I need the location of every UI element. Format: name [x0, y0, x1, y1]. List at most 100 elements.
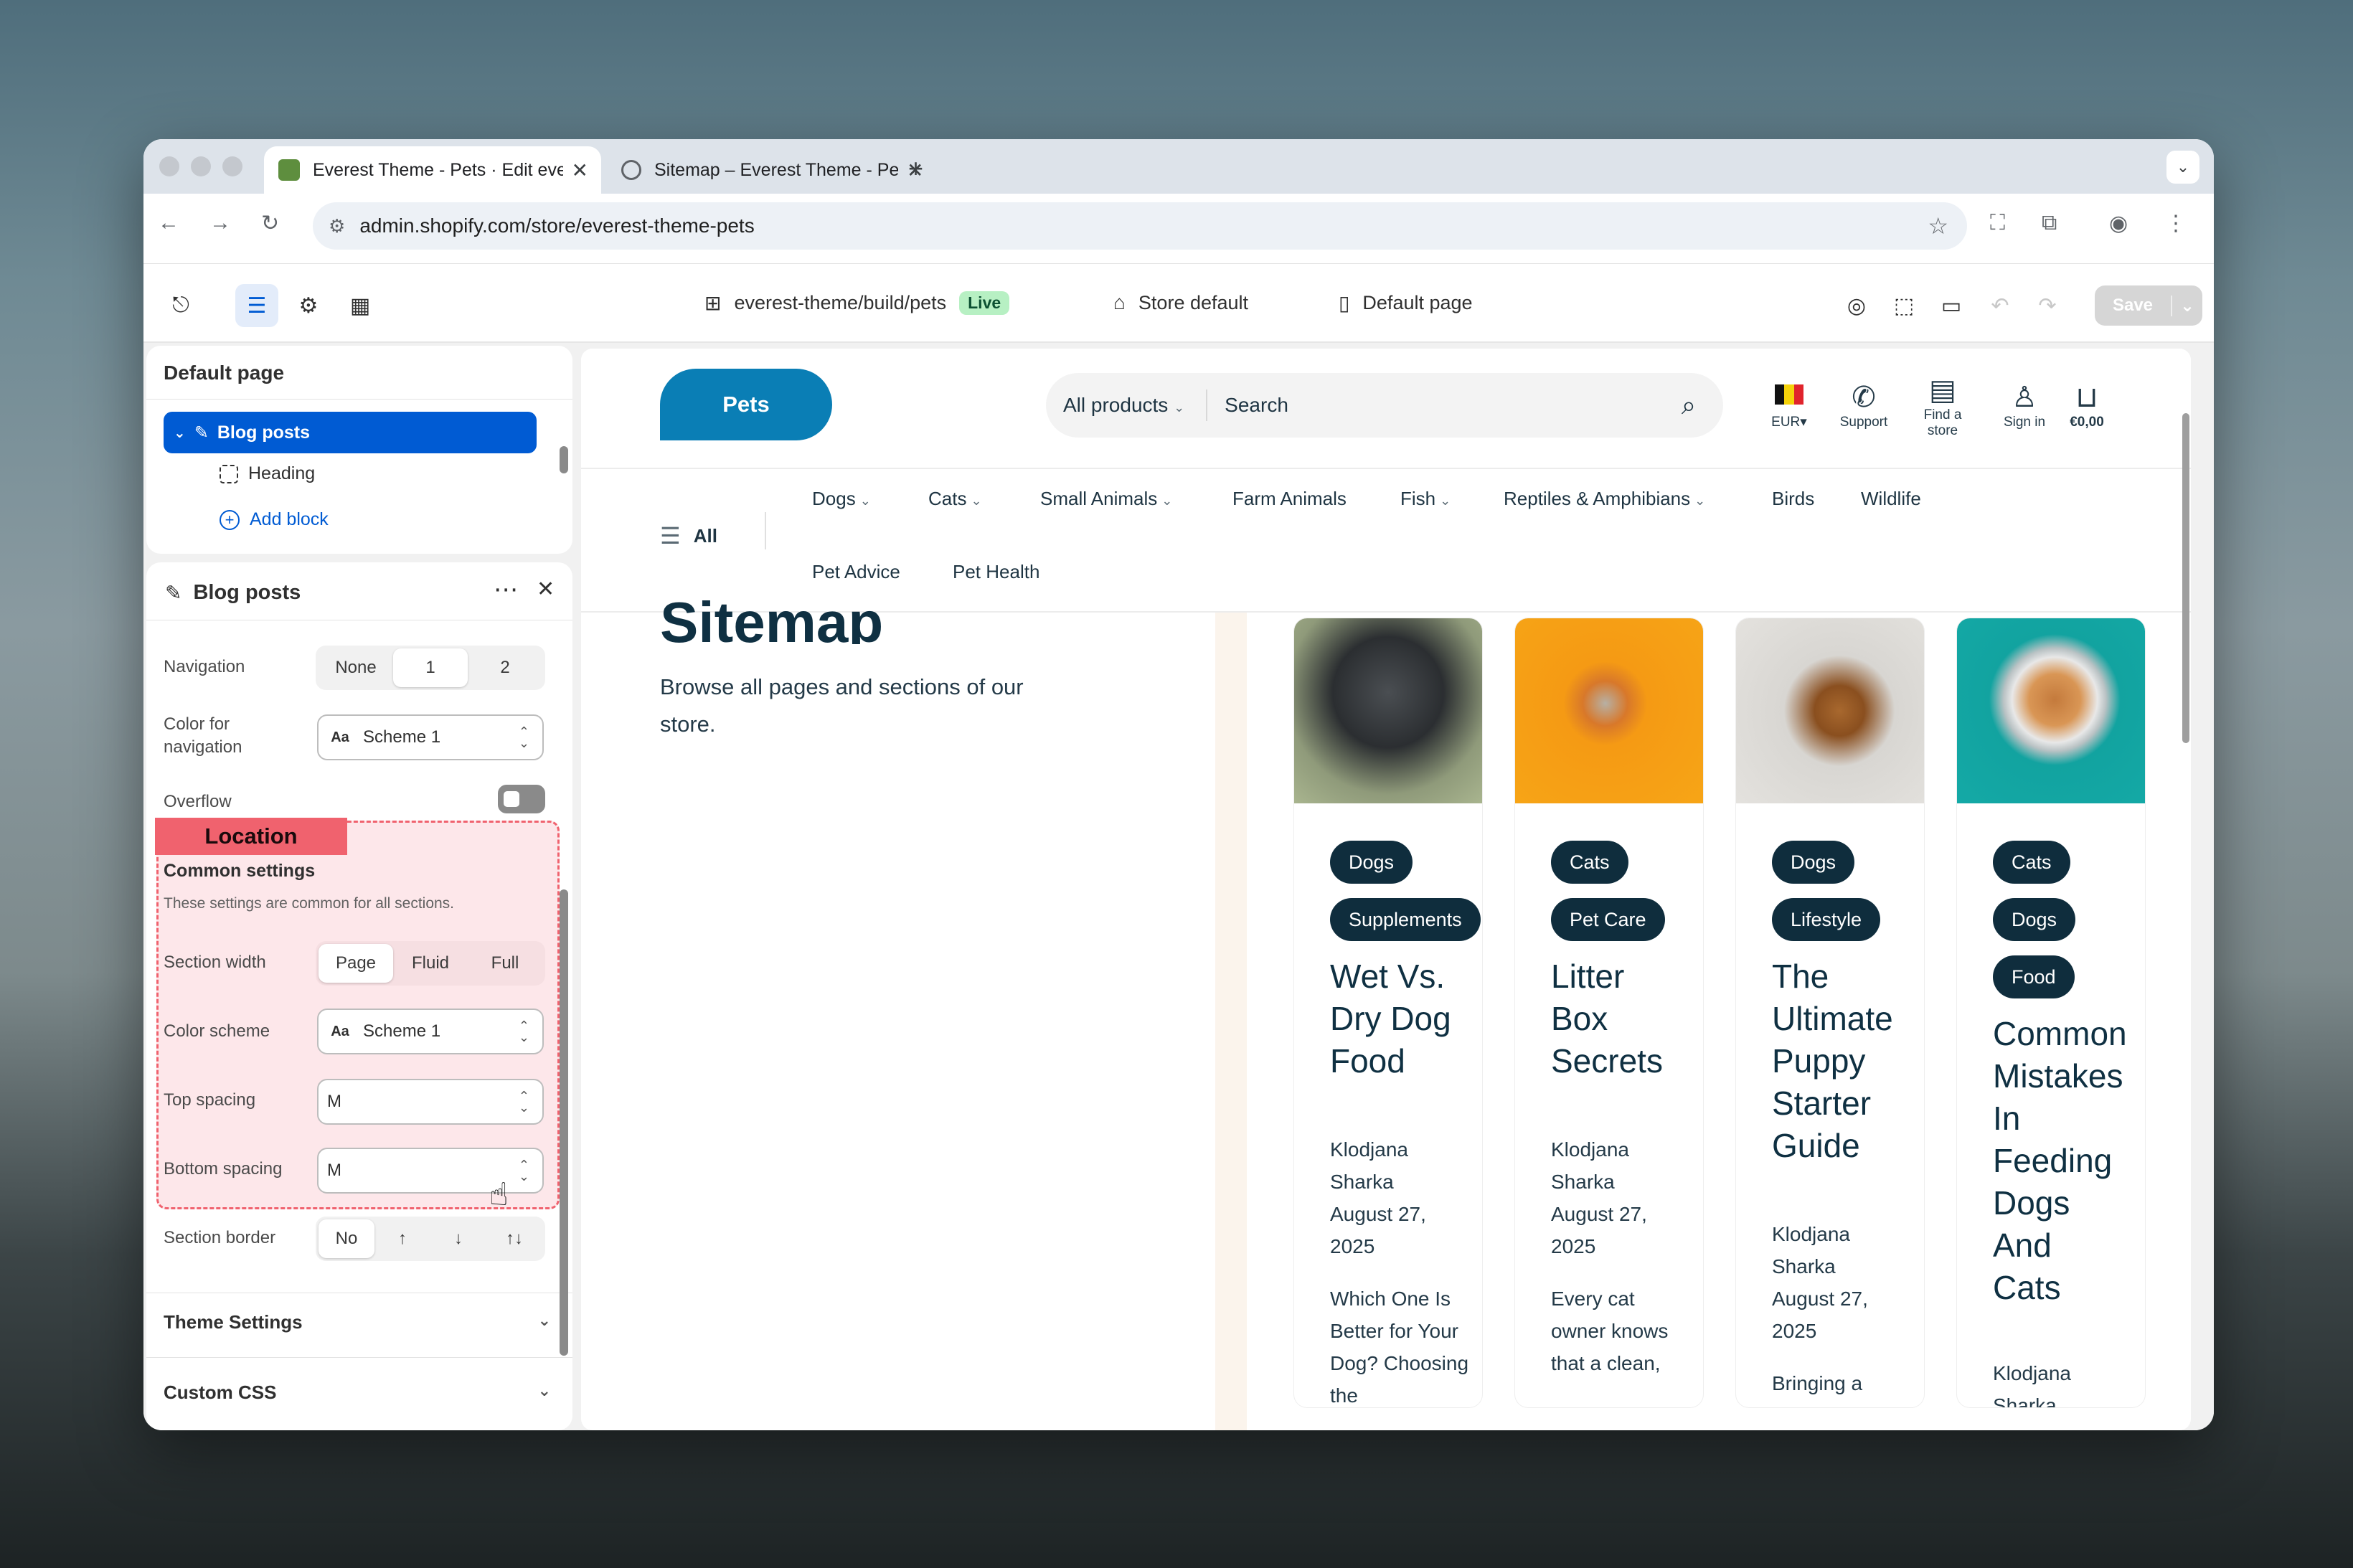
nav-pet-advice[interactable]: Pet Advice — [812, 561, 900, 583]
section-width-option-full[interactable]: Full — [468, 944, 542, 983]
section-border-option-no[interactable]: No — [319, 1219, 374, 1258]
nav-wildlife[interactable]: Wildlife — [1861, 488, 1921, 510]
new-tab-button[interactable]: + — [908, 154, 923, 184]
tab-search-chevron-icon[interactable]: ⌄ — [2166, 151, 2199, 184]
support-link[interactable]: ✆ Support — [1828, 380, 1900, 430]
mobile-preview-icon[interactable]: ▭ — [1930, 284, 1973, 327]
panel-scrollbar[interactable] — [560, 889, 568, 1356]
extensions-icon[interactable]: ⧉ — [2042, 211, 2057, 235]
close-tab-icon[interactable]: ✕ — [572, 159, 588, 182]
tag-pill[interactable]: Cats — [1993, 841, 2070, 884]
blog-card[interactable]: Dogs Supplements Wet Vs. Dry Dog Food Kl… — [1294, 618, 1482, 1407]
back-icon[interactable]: ← — [158, 211, 179, 235]
custom-css-collapsible[interactable]: Custom CSS ⌄ — [164, 1382, 551, 1404]
tag-pill[interactable]: Supplements — [1330, 898, 1481, 941]
save-button[interactable]: Save ⌄ — [2095, 285, 2202, 326]
sections-icon[interactable]: ☰ — [235, 284, 278, 327]
tree-item-heading[interactable]: Heading — [220, 463, 315, 484]
store-default-select[interactable]: ⌂ Store default — [1113, 291, 1248, 314]
select-element-icon[interactable]: ⬚ — [1882, 284, 1925, 327]
section-width-option-fluid[interactable]: Fluid — [393, 944, 468, 983]
settings-gear-icon[interactable]: ⚙ — [287, 284, 330, 327]
section-border-option-both[interactable]: ↑↓ — [486, 1219, 542, 1258]
save-options-chevron-icon[interactable]: ⌄ — [2171, 295, 2202, 316]
section-border-option-bottom[interactable]: ↓ — [430, 1219, 486, 1258]
tag-pill[interactable]: Lifestyle — [1772, 898, 1881, 941]
navigation-option-1[interactable]: 1 — [393, 648, 468, 687]
apps-icon[interactable]: ▦ — [339, 284, 382, 327]
inspector-icon[interactable]: ◎ — [1835, 284, 1878, 327]
profile-icon[interactable]: ◉ — [2109, 211, 2128, 236]
nav-dogs[interactable]: Dogs ⌄ — [812, 488, 871, 510]
blog-card[interactable]: Cats Dogs Food Common Mistakes In Feedin… — [1957, 618, 2145, 1407]
tree-scrollbar[interactable] — [560, 446, 568, 473]
select-value: M — [327, 1092, 341, 1111]
blog-card[interactable]: Dogs Lifestyle The Ultimate Puppy Starte… — [1736, 618, 1924, 1407]
theme-icon: ⊞ — [704, 292, 722, 314]
reload-icon[interactable]: ↻ — [261, 211, 279, 236]
blog-card[interactable]: Cats Pet Care Litter Box Secrets Klodjan… — [1515, 618, 1703, 1407]
nav-pet-health[interactable]: Pet Health — [953, 561, 1039, 583]
address-bar[interactable]: ⚙ admin.shopify.com/store/everest-theme-… — [313, 202, 1967, 250]
currency-selector[interactable]: EUR▾ — [1768, 380, 1811, 430]
nav-birds[interactable]: Birds — [1772, 488, 1814, 510]
overflow-toggle[interactable] — [498, 785, 545, 813]
tag-pill[interactable]: Dogs — [1772, 841, 1855, 884]
chevron-down-icon[interactable]: ⌄ — [174, 424, 186, 442]
sign-in-link[interactable]: ♙ Sign in — [1996, 380, 2053, 430]
blog-title[interactable]: Common Mistakes In Feeding Dogs And Cats — [1993, 1013, 2127, 1309]
window-zoom-dot[interactable] — [222, 156, 242, 176]
store-search-input[interactable]: Search — [1225, 394, 1682, 417]
blog-title[interactable]: The Ultimate Puppy Starter Guide — [1772, 955, 1897, 1167]
add-block-button[interactable]: + Add block — [220, 509, 329, 530]
nav-fish[interactable]: Fish ⌄ — [1400, 488, 1451, 510]
color-scheme-select[interactable]: Aa Scheme 1 ⌃ ⌄ — [317, 1009, 544, 1054]
blog-title[interactable]: Litter Box Secrets — [1551, 955, 1673, 1082]
more-options-icon[interactable]: ⋯ — [494, 575, 518, 604]
nav-cats[interactable]: Cats ⌄ — [928, 488, 982, 510]
navigation-option-2[interactable]: 2 — [468, 648, 542, 687]
page-select[interactable]: ▯ Default page — [1339, 291, 1473, 315]
blog-title[interactable]: Wet Vs. Dry Dog Food — [1330, 955, 1466, 1082]
all-menu-button[interactable]: ☰ All — [660, 522, 717, 549]
section-border-option-top[interactable]: ↑ — [374, 1219, 430, 1258]
find-store-link[interactable]: ▤ Find a store — [1914, 373, 1971, 439]
color-navigation-select[interactable]: Aa Scheme 1 ⌃ ⌄ — [317, 714, 544, 760]
tab-everest-editor[interactable]: Everest Theme - Pets · Edit everest-them… — [264, 146, 601, 194]
close-icon[interactable]: ✕ — [537, 577, 555, 602]
theme-path[interactable]: ⊞ everest-theme/build/pets Live — [704, 291, 1010, 315]
section-width-option-page[interactable]: Page — [319, 944, 393, 983]
tag-pill[interactable]: Dogs — [1993, 898, 2076, 941]
bottom-spacing-select[interactable]: M ⌃ ⌄ — [317, 1148, 544, 1194]
redo-icon[interactable]: ↷ — [2026, 284, 2069, 327]
nav-small-animals[interactable]: Small Animals ⌄ — [1040, 488, 1172, 510]
top-spacing-select[interactable]: M ⌃ ⌄ — [317, 1079, 544, 1125]
bookmark-star-icon[interactable]: ☆ — [1928, 212, 1948, 240]
nav-label: Pet Health — [953, 561, 1040, 582]
tag-pill[interactable]: Dogs — [1330, 841, 1413, 884]
tag-pill[interactable]: Food — [1993, 955, 2075, 998]
chevron-down-icon: ⌄ — [859, 493, 871, 508]
screen-capture-icon[interactable]: ⛶ — [1990, 211, 2005, 235]
search-icon[interactable]: ⌕ — [1682, 390, 1696, 421]
window-close-dot[interactable] — [159, 156, 179, 176]
preview-scrollbar[interactable] — [2182, 413, 2189, 743]
forward-icon[interactable]: → — [209, 211, 231, 235]
store-logo[interactable]: Pets — [660, 369, 832, 440]
tag-pill[interactable]: Cats — [1551, 841, 1628, 884]
site-settings-icon[interactable]: ⚙ — [329, 215, 345, 237]
divider — [146, 1357, 572, 1358]
cart-link[interactable]: ⊔ €0,00 — [2062, 380, 2112, 430]
tag-pill[interactable]: Pet Care — [1551, 898, 1665, 941]
undo-icon[interactable]: ↶ — [1979, 284, 2022, 327]
nav-reptiles-amphibians[interactable]: Reptiles & Amphibians ⌄ — [1504, 488, 1705, 510]
menu-kebab-icon[interactable]: ⋮ — [2165, 211, 2187, 236]
nav-farm-animals[interactable]: Farm Animals — [1232, 488, 1347, 510]
all-products-dropdown[interactable]: All products ⌄ — [1063, 394, 1184, 417]
window-minimize-dot[interactable] — [191, 156, 211, 176]
navigation-option-none[interactable]: None — [319, 648, 393, 687]
tree-item-blog-posts[interactable]: ⌄ ✎ Blog posts — [164, 412, 537, 453]
theme-settings-collapsible[interactable]: Theme Settings ⌄ — [164, 1311, 551, 1333]
tab-sitemap[interactable]: Sitemap – Everest Theme - Pets ✕ — [607, 146, 1080, 194]
exit-icon[interactable]: ⎋ — [159, 284, 202, 327]
